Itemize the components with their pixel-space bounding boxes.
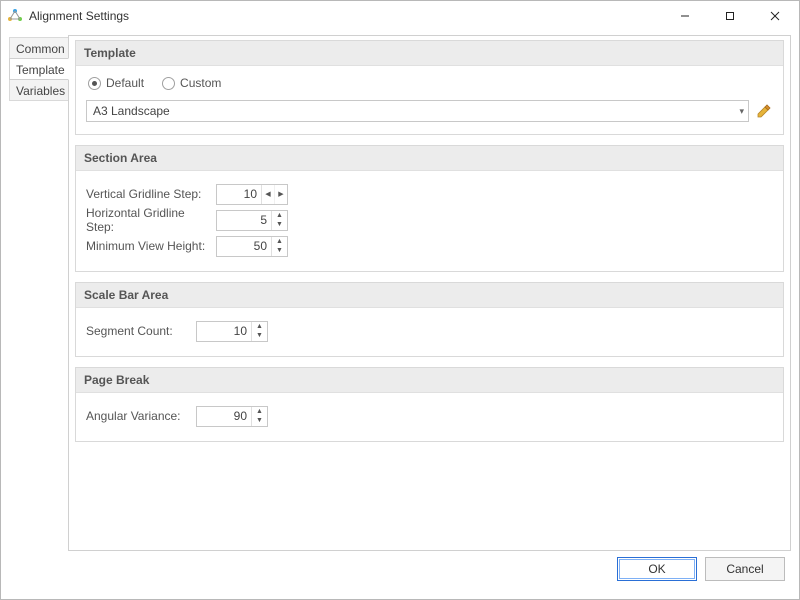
spin-down-icon[interactable]: ▼ — [252, 416, 267, 426]
radio-dot-icon — [162, 77, 175, 90]
tab-variables[interactable]: Variables — [9, 79, 69, 101]
button-label: OK — [648, 562, 665, 576]
horizontal-gridline-step-input[interactable]: 5 ▲ ▼ — [216, 210, 288, 231]
field-value: 5 — [217, 213, 271, 227]
vertical-gridline-step-input[interactable]: 10 ◀ ▶ — [216, 184, 288, 205]
tab-panel-template: Template Default Custom — [68, 35, 791, 551]
group-page-break: Page Break Angular Variance: 90 ▲ ▼ — [75, 367, 784, 442]
chevron-down-icon: ▾ — [739, 106, 744, 117]
titlebar: Alignment Settings — [1, 1, 799, 31]
edit-template-icon[interactable] — [755, 102, 773, 120]
group-body: Segment Count: 10 ▲ ▼ — [76, 308, 783, 356]
group-header: Page Break — [76, 368, 783, 393]
row-vertical-gridline-step: Vertical Gridline Step: 10 ◀ ▶ — [86, 181, 773, 207]
radio-default[interactable]: Default — [88, 76, 144, 90]
app-icon — [7, 8, 23, 24]
angular-variance-input[interactable]: 90 ▲ ▼ — [196, 406, 268, 427]
field-value: 10 — [197, 324, 251, 338]
radio-label: Default — [106, 76, 144, 90]
tab-template[interactable]: Template — [9, 58, 69, 80]
vertical-spinner: ▲ ▼ — [251, 322, 267, 341]
tab-container: Common Template Variables Template D — [9, 35, 791, 551]
row-minimum-view-height: Minimum View Height: 50 ▲ ▼ — [86, 233, 773, 259]
minimize-button[interactable] — [662, 2, 707, 30]
spin-up-icon[interactable]: ▲ — [252, 407, 267, 417]
field-label: Horizontal Gridline Step: — [86, 206, 216, 234]
tab-label: Common — [16, 42, 65, 56]
side-tabs: Common Template Variables — [9, 35, 69, 551]
row-segment-count: Segment Count: 10 ▲ ▼ — [86, 318, 773, 344]
spin-up-icon[interactable]: ▲ — [252, 322, 267, 332]
radio-dot-icon — [88, 77, 101, 90]
group-body: Default Custom A3 Landscape ▾ — [76, 66, 783, 134]
spin-down-icon[interactable]: ▼ — [272, 246, 287, 256]
field-value: 50 — [217, 239, 271, 253]
template-mode-radios: Default Custom — [88, 76, 773, 90]
template-select[interactable]: A3 Landscape ▾ — [86, 100, 749, 122]
template-combo-row: A3 Landscape ▾ — [86, 100, 773, 122]
dialog-window: Alignment Settings Common Template Varia… — [0, 0, 800, 600]
minimum-view-height-input[interactable]: 50 ▲ ▼ — [216, 236, 288, 257]
group-body: Angular Variance: 90 ▲ ▼ — [76, 393, 783, 441]
radio-custom[interactable]: Custom — [162, 76, 221, 90]
field-label: Vertical Gridline Step: — [86, 187, 216, 201]
tab-label: Template — [16, 63, 65, 77]
window-title: Alignment Settings — [29, 9, 662, 23]
spin-down-icon[interactable]: ▼ — [252, 331, 267, 341]
tab-label: Variables — [16, 84, 65, 98]
field-label: Segment Count: — [86, 324, 196, 338]
group-scale-bar-area: Scale Bar Area Segment Count: 10 ▲ ▼ — [75, 282, 784, 357]
cancel-button[interactable]: Cancel — [705, 557, 785, 581]
client-area: Common Template Variables Template D — [1, 31, 799, 599]
panel-scroll: Template Default Custom — [69, 36, 790, 550]
button-label: Cancel — [726, 562, 763, 576]
spin-up-icon[interactable]: ▲ — [272, 237, 287, 247]
group-header: Section Area — [76, 146, 783, 171]
row-angular-variance: Angular Variance: 90 ▲ ▼ — [86, 403, 773, 429]
tab-common[interactable]: Common — [9, 37, 69, 59]
group-header: Template — [76, 41, 783, 66]
close-button[interactable] — [752, 2, 797, 30]
spin-right-icon[interactable]: ▶ — [274, 185, 287, 204]
vertical-spinner: ▲ ▼ — [271, 211, 287, 230]
field-label: Angular Variance: — [86, 409, 196, 423]
vertical-spinner: ▲ ▼ — [271, 237, 287, 256]
field-value: 10 — [217, 187, 261, 201]
horizontal-spinner: ◀ ▶ — [261, 185, 287, 204]
row-horizontal-gridline-step: Horizontal Gridline Step: 5 ▲ ▼ — [86, 207, 773, 233]
group-header: Scale Bar Area — [76, 283, 783, 308]
maximize-button[interactable] — [707, 2, 752, 30]
group-template: Template Default Custom — [75, 40, 784, 135]
group-body: Vertical Gridline Step: 10 ◀ ▶ — [76, 171, 783, 271]
field-value: 90 — [197, 409, 251, 423]
ok-button[interactable]: OK — [617, 557, 697, 581]
vertical-spinner: ▲ ▼ — [251, 407, 267, 426]
select-value: A3 Landscape — [93, 104, 170, 118]
field-label: Minimum View Height: — [86, 239, 216, 253]
segment-count-input[interactable]: 10 ▲ ▼ — [196, 321, 268, 342]
spin-left-icon[interactable]: ◀ — [262, 185, 274, 204]
dialog-footer: OK Cancel — [9, 551, 791, 591]
radio-label: Custom — [180, 76, 221, 90]
spin-up-icon[interactable]: ▲ — [272, 211, 287, 221]
group-section-area: Section Area Vertical Gridline Step: 10 … — [75, 145, 784, 272]
window-controls — [662, 2, 797, 30]
spin-down-icon[interactable]: ▼ — [272, 220, 287, 230]
